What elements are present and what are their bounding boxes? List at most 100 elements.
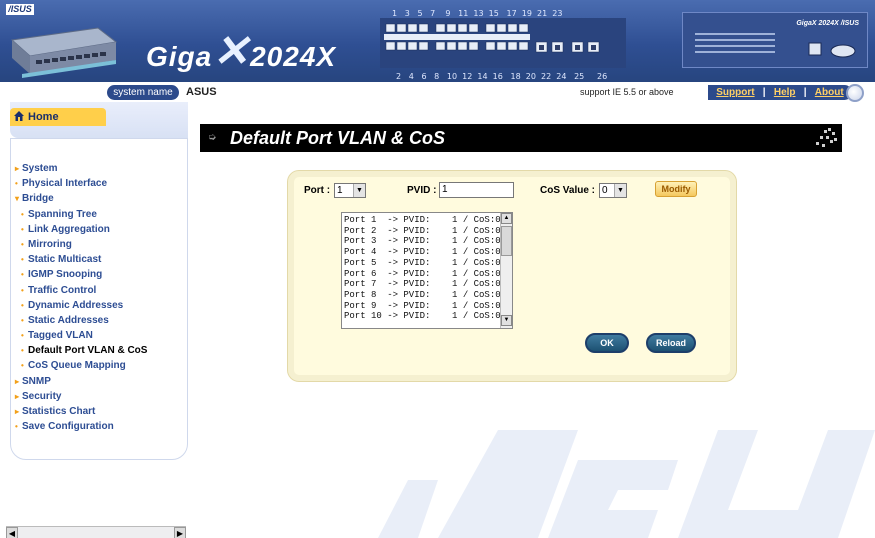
switch-device-image [10, 27, 118, 78]
status-bar: system name ASUS support IE 5.5 or above… [0, 82, 875, 102]
scroll-right-icon[interactable]: ▶ [174, 527, 186, 538]
list-item[interactable]: Port 4 -> PVID: 1 / CoS:0 [344, 247, 500, 258]
sidebar-item-label: SNMP [22, 375, 51, 387]
about-link[interactable]: About [815, 85, 844, 100]
power-knob-icon [846, 84, 864, 102]
title-arrow-icon: ➭ [208, 132, 217, 143]
navigation-menu: ▸ System • Physical Interface ▾ Bridge • Spanni… [10, 138, 188, 460]
sidebar-item-label: Security [22, 390, 62, 402]
scroll-left-icon[interactable]: ◀ [6, 527, 18, 538]
header-banner: /ISUS Giga✕2024X 1 3 5 7 9 11 13 15 17 1… [0, 0, 875, 82]
sidebar-item-default-port-vlan-cos[interactable]: • Default Port VLAN & CoS [11, 343, 189, 358]
sidebar-item-physical-interface[interactable]: • Physical Interface [11, 176, 189, 191]
port-numbers-top: 1 3 5 7 9 11 13 15 17 19 21 23 [392, 9, 563, 18]
support-link[interactable]: Support [716, 85, 754, 100]
sidebar-item-label: Static Multicast [28, 254, 102, 266]
page-title-bar: ➭ Default Port VLAN & CoS [200, 124, 842, 152]
port-vlan-list[interactable]: Port 1 -> PVID: 1 / CoS:0 Port 2 -> PVID:… [341, 212, 513, 329]
top-links: Support | Help | About [708, 85, 852, 100]
scroll-up-icon[interactable]: ▲ [501, 213, 512, 224]
menu-bullet-icon: • [21, 331, 24, 341]
list-item[interactable]: Port 8 -> PVID: 1 / CoS:0 [344, 290, 500, 301]
brand-model: 2024X [250, 41, 337, 72]
list-item[interactable]: Port 6 -> PVID: 1 / CoS:0 [344, 269, 500, 280]
sidebar-item-mirroring[interactable]: • Mirroring [11, 237, 189, 252]
list-item[interactable]: Port 2 -> PVID: 1 / CoS:0 [344, 226, 500, 237]
sidebar-item-dynamic-addresses[interactable]: • Dynamic Addresses [11, 298, 189, 313]
menu-bullet-icon: • [21, 224, 24, 234]
sidebar-item-static-multicast[interactable]: • Static Multicast [11, 252, 189, 267]
menu-bullet-icon: • [15, 422, 18, 432]
brand-x-mark: ✕ [212, 27, 251, 76]
menu-bullet-icon: • [21, 270, 24, 280]
menu-bullet-icon: • [21, 346, 24, 356]
ok-button[interactable]: OK [585, 333, 629, 353]
sidebar-item-security[interactable]: ▸ Security [11, 389, 189, 404]
sidebar-item-spanning-tree[interactable]: • Spanning Tree [11, 207, 189, 222]
title-decoration-icon [816, 128, 837, 147]
sidebar-item-static-addresses[interactable]: • Static Addresses [11, 313, 189, 328]
sidebar-item-label: IGMP Snooping [28, 269, 103, 281]
list-item[interactable]: Port 9 -> PVID: 1 / CoS:0 [344, 301, 500, 312]
horizontal-scrollbar[interactable]: ◀ ▶ [6, 526, 186, 538]
menu-bullet-icon: • [21, 300, 24, 310]
menu-bullet-icon: • [21, 285, 24, 295]
chevron-down-icon: ▼ [353, 184, 365, 197]
scroll-down-icon[interactable]: ▼ [501, 315, 512, 326]
menu-bullet-icon: ▸ [15, 407, 20, 416]
sidebar-item-label: Bridge [22, 193, 54, 205]
help-link[interactable]: Help [774, 85, 796, 100]
sidebar-item-label: Mirroring [28, 238, 72, 250]
list-item[interactable]: Port 5 -> PVID: 1 / CoS:0 [344, 258, 500, 269]
home-tab[interactable]: Home [10, 108, 106, 126]
home-icon [14, 111, 24, 121]
reload-button[interactable]: Reload [646, 333, 696, 353]
sidebar-item-snmp[interactable]: ▸ SNMP [11, 374, 189, 389]
sidebar-item-label: CoS Queue Mapping [28, 360, 126, 372]
sidebar-item-label: System [22, 163, 58, 174]
menu-bullet-icon: • [21, 239, 24, 249]
sidebar-item-tagged-vlan[interactable]: • Tagged VLAN [11, 328, 189, 343]
list-item[interactable]: Port 3 -> PVID: 1 / CoS:0 [344, 236, 500, 247]
sidebar-item-label: Default Port VLAN & CoS [28, 345, 148, 357]
port-numbers-bottom: 2 4 6 8 10 12 14 16 18 20 22 24 25 26 [396, 72, 608, 81]
menu-bullet-icon: ▾ [15, 194, 20, 204]
sidebar-item-link-aggregation[interactable]: • Link Aggregation [11, 222, 189, 237]
cos-value-label: CoS Value : [540, 185, 596, 196]
sidebar-item-igmp-snooping[interactable]: • IGMP Snooping [11, 267, 189, 282]
chevron-down-icon: ▼ [614, 184, 626, 197]
sidebar-item-label: Spanning Tree [28, 208, 97, 220]
pvid-input[interactable]: 1 [439, 182, 514, 198]
sidebar-item-save-configuration[interactable]: • Save Configuration [11, 419, 189, 434]
sidebar-item-statistics-chart[interactable]: ▸ Statistics Chart [11, 404, 189, 419]
sidebar-item-label: Static Addresses [28, 314, 109, 326]
port-panel-graphic [380, 18, 626, 68]
link-separator: | [762, 87, 766, 98]
modify-button[interactable]: Modify [655, 181, 697, 197]
sidebar-item-label: Traffic Control [28, 284, 97, 296]
sidebar-item-label: Link Aggregation [28, 223, 110, 235]
sidebar-item-cos-queue-mapping[interactable]: • CoS Queue Mapping [11, 358, 189, 373]
sidebar-item-traffic-control[interactable]: • Traffic Control [11, 283, 189, 298]
home-tab-label: Home [28, 111, 59, 123]
port-list-items: Port 1 -> PVID: 1 / CoS:0 Port 2 -> PVID:… [344, 215, 500, 327]
sidebar-item-system[interactable]: ▸ System [11, 161, 189, 176]
menu-bullet-icon: ▸ [15, 164, 20, 173]
sidebar-item-bridge[interactable]: ▾ Bridge [11, 191, 189, 206]
port-select[interactable]: 1 ▼ [334, 183, 366, 198]
list-item[interactable]: Port 1 -> PVID: 1 / CoS:0 [344, 215, 500, 226]
system-name-value: ASUS [186, 86, 217, 98]
list-item[interactable]: Port 10 -> PVID: 1 / CoS:0 [344, 311, 500, 322]
scroll-thumb[interactable] [501, 226, 512, 256]
list-vertical-scrollbar[interactable]: ▲ ▼ [500, 213, 512, 328]
vlan-cos-form: Port : 1 ▼ PVID : 1 CoS Value : 0 ▼ Modi… [287, 170, 737, 382]
cos-value-select[interactable]: 0 ▼ [599, 183, 627, 198]
list-item[interactable]: Port 7 -> PVID: 1 / CoS:0 [344, 279, 500, 290]
menu-bullet-icon: • [21, 209, 24, 219]
menu-list: ▸ System • Physical Interface ▾ Bridge • Spanni… [11, 161, 189, 434]
link-separator: | [803, 87, 807, 98]
port-select-value: 1 [337, 185, 343, 196]
cos-select-value: 0 [602, 185, 608, 196]
rear-panel-brand: GigaX 2024X /ISUS [796, 20, 859, 27]
rear-panel-ports [695, 33, 856, 58]
